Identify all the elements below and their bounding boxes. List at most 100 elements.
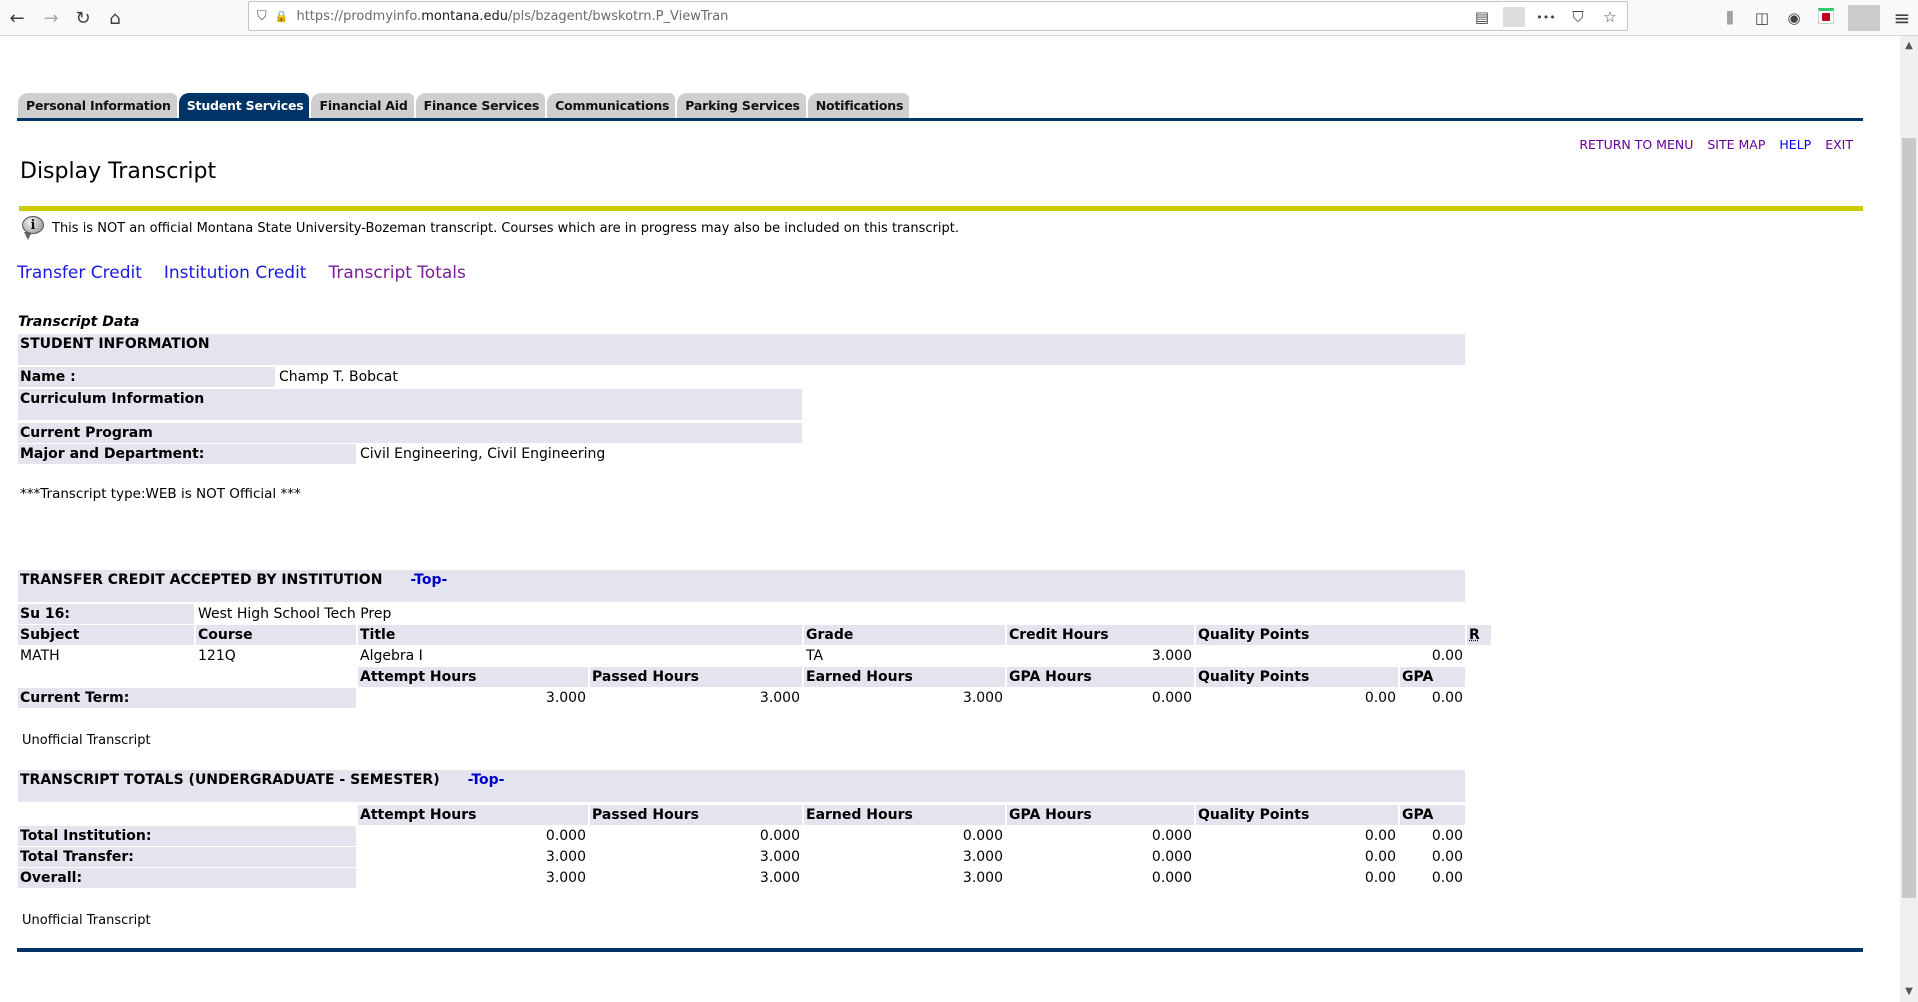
unofficial-transcript-note: Unofficial Transcript <box>22 733 151 748</box>
col-header-quality-points: Quality Points <box>1196 625 1465 645</box>
section-links: Transfer Credit Institution Credit Trans… <box>17 263 466 283</box>
col-header-earned-hours: Earned Hours <box>804 805 1005 825</box>
vertical-scrollbar[interactable]: ▲ ▼ <box>1900 36 1918 1002</box>
exit-link[interactable]: EXIT <box>1825 137 1853 152</box>
totals-passed: 3.000 <box>759 849 800 865</box>
library-icon[interactable]: ⫼ <box>1714 9 1746 27</box>
major-department-value: Civil Engineering, Civil Engineering <box>360 446 606 462</box>
divider <box>1503 7 1525 27</box>
current-term-earned: 3.000 <box>962 690 1003 706</box>
totals-attempt: 3.000 <box>545 870 586 886</box>
curriculum-information-header: Curriculum Information <box>18 389 802 420</box>
info-message: i This is NOT an official Montana State … <box>20 215 959 241</box>
page-content: Personal Information Student Services Fi… <box>0 37 1900 1002</box>
scrollbar-thumb[interactable] <box>1902 138 1916 898</box>
col-header-title: Title <box>358 625 802 645</box>
term-institution: West High School Tech Prep <box>198 606 392 622</box>
course-credit-hours: 3.000 <box>1151 648 1192 664</box>
totals-attempt: 0.000 <box>545 828 586 844</box>
shield-icon[interactable]: ⛉ <box>257 9 267 24</box>
url-bar[interactable]: ⛉ 🔒 https://prodmyinfo.montana.edu/pls/b… <box>248 1 1628 31</box>
major-department-label: Major and Department: <box>18 444 356 464</box>
col-header-repeat: R <box>1467 625 1491 645</box>
totals-gpa: 0.00 <box>1431 870 1463 886</box>
transcript-totals-link[interactable]: Transcript Totals <box>328 263 465 283</box>
mcafee-extension-icon[interactable] <box>1810 8 1842 28</box>
transcript-totals-title: TRANSCRIPT TOTALS (UNDERGRADUATE - SEMES… <box>20 772 440 788</box>
col-header-gpa-hours: GPA Hours <box>1007 667 1194 687</box>
home-icon[interactable]: ⌂ <box>100 3 130 33</box>
tab-financial-aid[interactable]: Financial Aid <box>311 93 414 119</box>
account-icon[interactable]: ◉ <box>1778 9 1810 27</box>
tab-personal-information[interactable]: Personal Information <box>18 93 177 119</box>
col-header-gpa-hours: GPA Hours <box>1007 805 1194 825</box>
more-actions-icon[interactable]: ••• <box>1535 11 1557 24</box>
totals-row-label: Overall: <box>18 868 356 888</box>
transcript-totals-header: TRANSCRIPT TOTALS (UNDERGRADUATE - SEMES… <box>18 770 1465 802</box>
transfer-credit-header: TRANSFER CREDIT ACCEPTED BY INSTITUTION -… <box>18 570 1465 602</box>
totals-quality-points: 0.00 <box>1364 870 1396 886</box>
col-header-attempt-hours: Attempt Hours <box>358 667 588 687</box>
tab-notifications[interactable]: Notifications <box>807 93 910 119</box>
col-header-subject: Subject <box>18 625 194 645</box>
totals-passed: 0.000 <box>759 828 800 844</box>
current-term-attempt: 3.000 <box>545 690 586 706</box>
col-header-passed-hours: Passed Hours <box>590 667 802 687</box>
tab-student-services[interactable]: Student Services <box>178 93 310 119</box>
current-term-label: Current Term: <box>18 688 356 708</box>
transcript-type-notice: ***Transcript type:WEB is NOT Official *… <box>20 486 301 502</box>
current-term-gpa: 0.00 <box>1431 690 1463 706</box>
page-title: Display Transcript <box>20 159 217 184</box>
utility-links: RETURN TO MENU SITE MAP HELP EXIT <box>1579 137 1853 152</box>
col-header-passed-hours: Passed Hours <box>590 805 802 825</box>
site-map-link[interactable]: SITE MAP <box>1707 137 1765 152</box>
menu-icon[interactable]: ≡ <box>1886 6 1918 30</box>
col-header-attempt-hours: Attempt Hours <box>358 805 588 825</box>
current-program-label: Current Program <box>18 423 802 443</box>
totals-passed: 3.000 <box>759 870 800 886</box>
col-header-earned-hours: Earned Hours <box>804 667 1005 687</box>
tab-finance-services[interactable]: Finance Services <box>415 93 546 119</box>
top-link[interactable]: -Top- <box>468 772 505 788</box>
col-header-quality-points: Quality Points <box>1196 805 1398 825</box>
course-number: 121Q <box>198 648 236 664</box>
col-header-gpa: GPA <box>1400 667 1465 687</box>
pocket-icon[interactable]: ⛉ <box>1567 8 1589 26</box>
help-link[interactable]: HELP <box>1779 137 1811 152</box>
transfer-credit-title: TRANSFER CREDIT ACCEPTED BY INSTITUTION <box>20 572 383 588</box>
current-term-gpa-hours: 0.000 <box>1151 690 1192 706</box>
totals-earned: 0.000 <box>962 828 1003 844</box>
top-link[interactable]: -Top- <box>410 572 447 588</box>
totals-gpa-hours: 0.000 <box>1151 849 1192 865</box>
sidebar-icon[interactable]: ◫ <box>1746 9 1778 27</box>
totals-quality-points: 0.00 <box>1364 828 1396 844</box>
totals-gpa: 0.00 <box>1431 828 1463 844</box>
current-term-passed: 3.000 <box>759 690 800 706</box>
footer-divider <box>17 948 1863 952</box>
title-divider <box>19 206 1863 211</box>
scroll-down-arrow-icon[interactable]: ▼ <box>1900 984 1918 1000</box>
transfer-credit-link[interactable]: Transfer Credit <box>17 263 142 283</box>
tab-parking-services[interactable]: Parking Services <box>677 93 806 119</box>
reader-view-icon[interactable]: ▤ <box>1471 8 1493 26</box>
bookmark-star-icon[interactable]: ☆ <box>1599 8 1621 26</box>
lock-icon[interactable]: 🔒 <box>275 10 289 23</box>
totals-gpa: 0.00 <box>1431 849 1463 865</box>
col-header-course: Course <box>196 625 356 645</box>
forward-icon[interactable]: → <box>36 3 66 33</box>
back-icon[interactable]: ← <box>2 3 32 33</box>
reload-icon[interactable]: ↻ <box>68 3 98 33</box>
totals-gpa-hours: 0.000 <box>1151 870 1192 886</box>
institution-credit-link[interactable]: Institution Credit <box>164 263 307 283</box>
info-message-text: This is NOT an official Montana State Un… <box>52 220 959 236</box>
url-text[interactable]: https://prodmyinfo.montana.edu/pls/bzage… <box>296 9 728 24</box>
col-header-gpa: GPA <box>1400 805 1465 825</box>
return-to-menu-link[interactable]: RETURN TO MENU <box>1579 137 1693 152</box>
tab-communications[interactable]: Communications <box>547 93 676 119</box>
divider <box>1848 5 1880 31</box>
scroll-up-arrow-icon[interactable]: ▲ <box>1900 38 1918 54</box>
unofficial-transcript-note: Unofficial Transcript <box>22 913 151 928</box>
current-term-quality-points: 0.00 <box>1364 690 1396 706</box>
totals-quality-points: 0.00 <box>1364 849 1396 865</box>
col-header-grade: Grade <box>804 625 1005 645</box>
